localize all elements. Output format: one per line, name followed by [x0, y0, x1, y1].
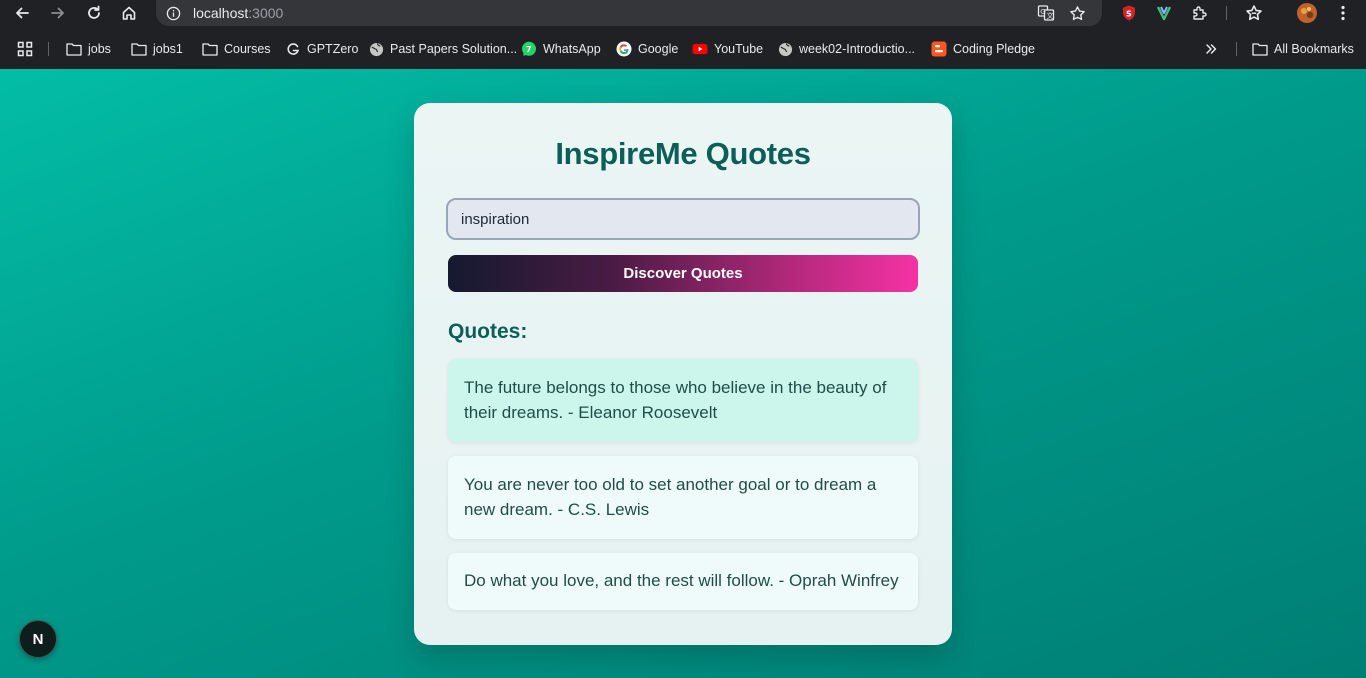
bookmark-label: jobs [88, 42, 111, 56]
quotes-card: InspireMe Quotes Discover Quotes Quotes:… [414, 103, 952, 645]
whatsapp-icon: 7 [521, 41, 537, 57]
nextjs-dev-badge[interactable]: N [19, 620, 57, 658]
bookmark-coding-pledge[interactable]: Coding Pledge [931, 40, 1035, 58]
bookmark-courses[interactable]: Courses [202, 40, 271, 58]
discover-quotes-button[interactable]: Discover Quotes [448, 255, 918, 292]
back-arrow-icon[interactable] [10, 1, 34, 25]
url-host: localhost [193, 5, 249, 21]
folder-icon [202, 41, 218, 57]
svg-text:7: 7 [526, 45, 532, 54]
page-background: InspireMe Quotes Discover Quotes Quotes:… [0, 69, 1366, 678]
folder-icon [131, 41, 147, 57]
bookmark-label: week02-Introductio... [799, 42, 916, 56]
topic-search-input[interactable] [446, 198, 920, 240]
bookmark-label: Google [638, 42, 679, 56]
all-bookmarks-folder[interactable]: All Bookmarks [1252, 40, 1354, 58]
address-bar[interactable]: localhost:3000 G文 [156, 0, 1102, 26]
svg-text:文: 文 [1047, 11, 1054, 20]
bookmark-google[interactable]: Google [616, 40, 678, 58]
bookmark-jobs[interactable]: jobs [66, 40, 111, 58]
globe-icon [368, 41, 384, 57]
home-icon[interactable] [117, 1, 141, 25]
youtube-icon [692, 41, 708, 57]
quote-text: You are never too old to set another goa… [464, 475, 877, 519]
folder-icon [66, 41, 82, 57]
bookmark-week02[interactable]: week02-Introductio... [777, 40, 915, 58]
browser-toolbar: localhost:3000 G文 S [0, 0, 1366, 26]
bookmark-label: Past Papers Solution... [390, 42, 518, 56]
quote-item: The future belongs to those who believe … [448, 359, 918, 442]
profile-avatar[interactable] [1296, 2, 1318, 24]
site-info-icon[interactable] [164, 4, 182, 22]
dev-badge-label: N [32, 630, 44, 648]
bookmark-label: WhatsApp [543, 42, 601, 56]
bookmark-jobs1[interactable]: jobs1 [131, 40, 183, 58]
google-icon [616, 41, 632, 57]
url-port: :3000 [248, 5, 284, 21]
bookmark-star-icon[interactable] [1067, 3, 1087, 23]
extensions-puzzle-icon[interactable] [1189, 2, 1211, 24]
extension-shield-icon[interactable]: S [1118, 2, 1140, 24]
bookmark-label: Coding Pledge [953, 42, 1036, 56]
more-bookmarks-chevron-icon[interactable] [1204, 40, 1218, 58]
quote-item: Do what you love, and the rest will foll… [448, 553, 918, 610]
bookmark-label: YouTube [714, 42, 764, 56]
svg-text:S: S [1126, 10, 1132, 19]
bookmark-youtube[interactable]: YouTube [692, 40, 763, 58]
quote-text: Do what you love, and the rest will foll… [464, 571, 899, 591]
bookmark-whatsapp[interactable]: 7 WhatsApp [521, 40, 601, 58]
apps-grid-icon[interactable] [17, 41, 35, 59]
reload-icon[interactable] [82, 1, 106, 25]
bookmark-label: jobs1 [153, 42, 183, 56]
bookmark-label: Courses [224, 42, 271, 56]
bookmark-past-papers[interactable]: Past Papers Solution... [368, 40, 517, 58]
globe-icon [777, 41, 793, 57]
quotes-heading: Quotes: [448, 320, 528, 343]
bookmarks-divider [1236, 42, 1237, 56]
url-text[interactable]: localhost:3000 [193, 4, 283, 22]
page-title: InspireMe Quotes [555, 136, 811, 171]
forward-arrow-icon[interactable] [46, 1, 70, 25]
extension-vue-icon[interactable] [1153, 2, 1175, 24]
bookmark-label: GPTZero [307, 42, 359, 56]
bookmark-gptzero[interactable]: GPTZero [285, 40, 358, 58]
folder-icon [1252, 41, 1268, 57]
quote-item: You are never too old to set another goa… [448, 456, 918, 539]
bookmarks-star-icon[interactable] [1243, 2, 1265, 24]
bookmarks-bar: jobs jobs1 Courses GPTZero Past Papers S… [0, 30, 1366, 69]
svg-text:G: G [1040, 8, 1045, 16]
translate-icon[interactable]: G文 [1036, 3, 1056, 23]
toolbar-divider [1226, 6, 1227, 20]
browser-menu-icon[interactable] [1332, 2, 1354, 24]
quote-text: The future belongs to those who believe … [464, 378, 887, 422]
blogger-icon [931, 41, 947, 57]
bookmarks-divider [48, 42, 49, 56]
gptzero-icon [285, 41, 301, 57]
all-bookmarks-label: All Bookmarks [1274, 42, 1354, 56]
